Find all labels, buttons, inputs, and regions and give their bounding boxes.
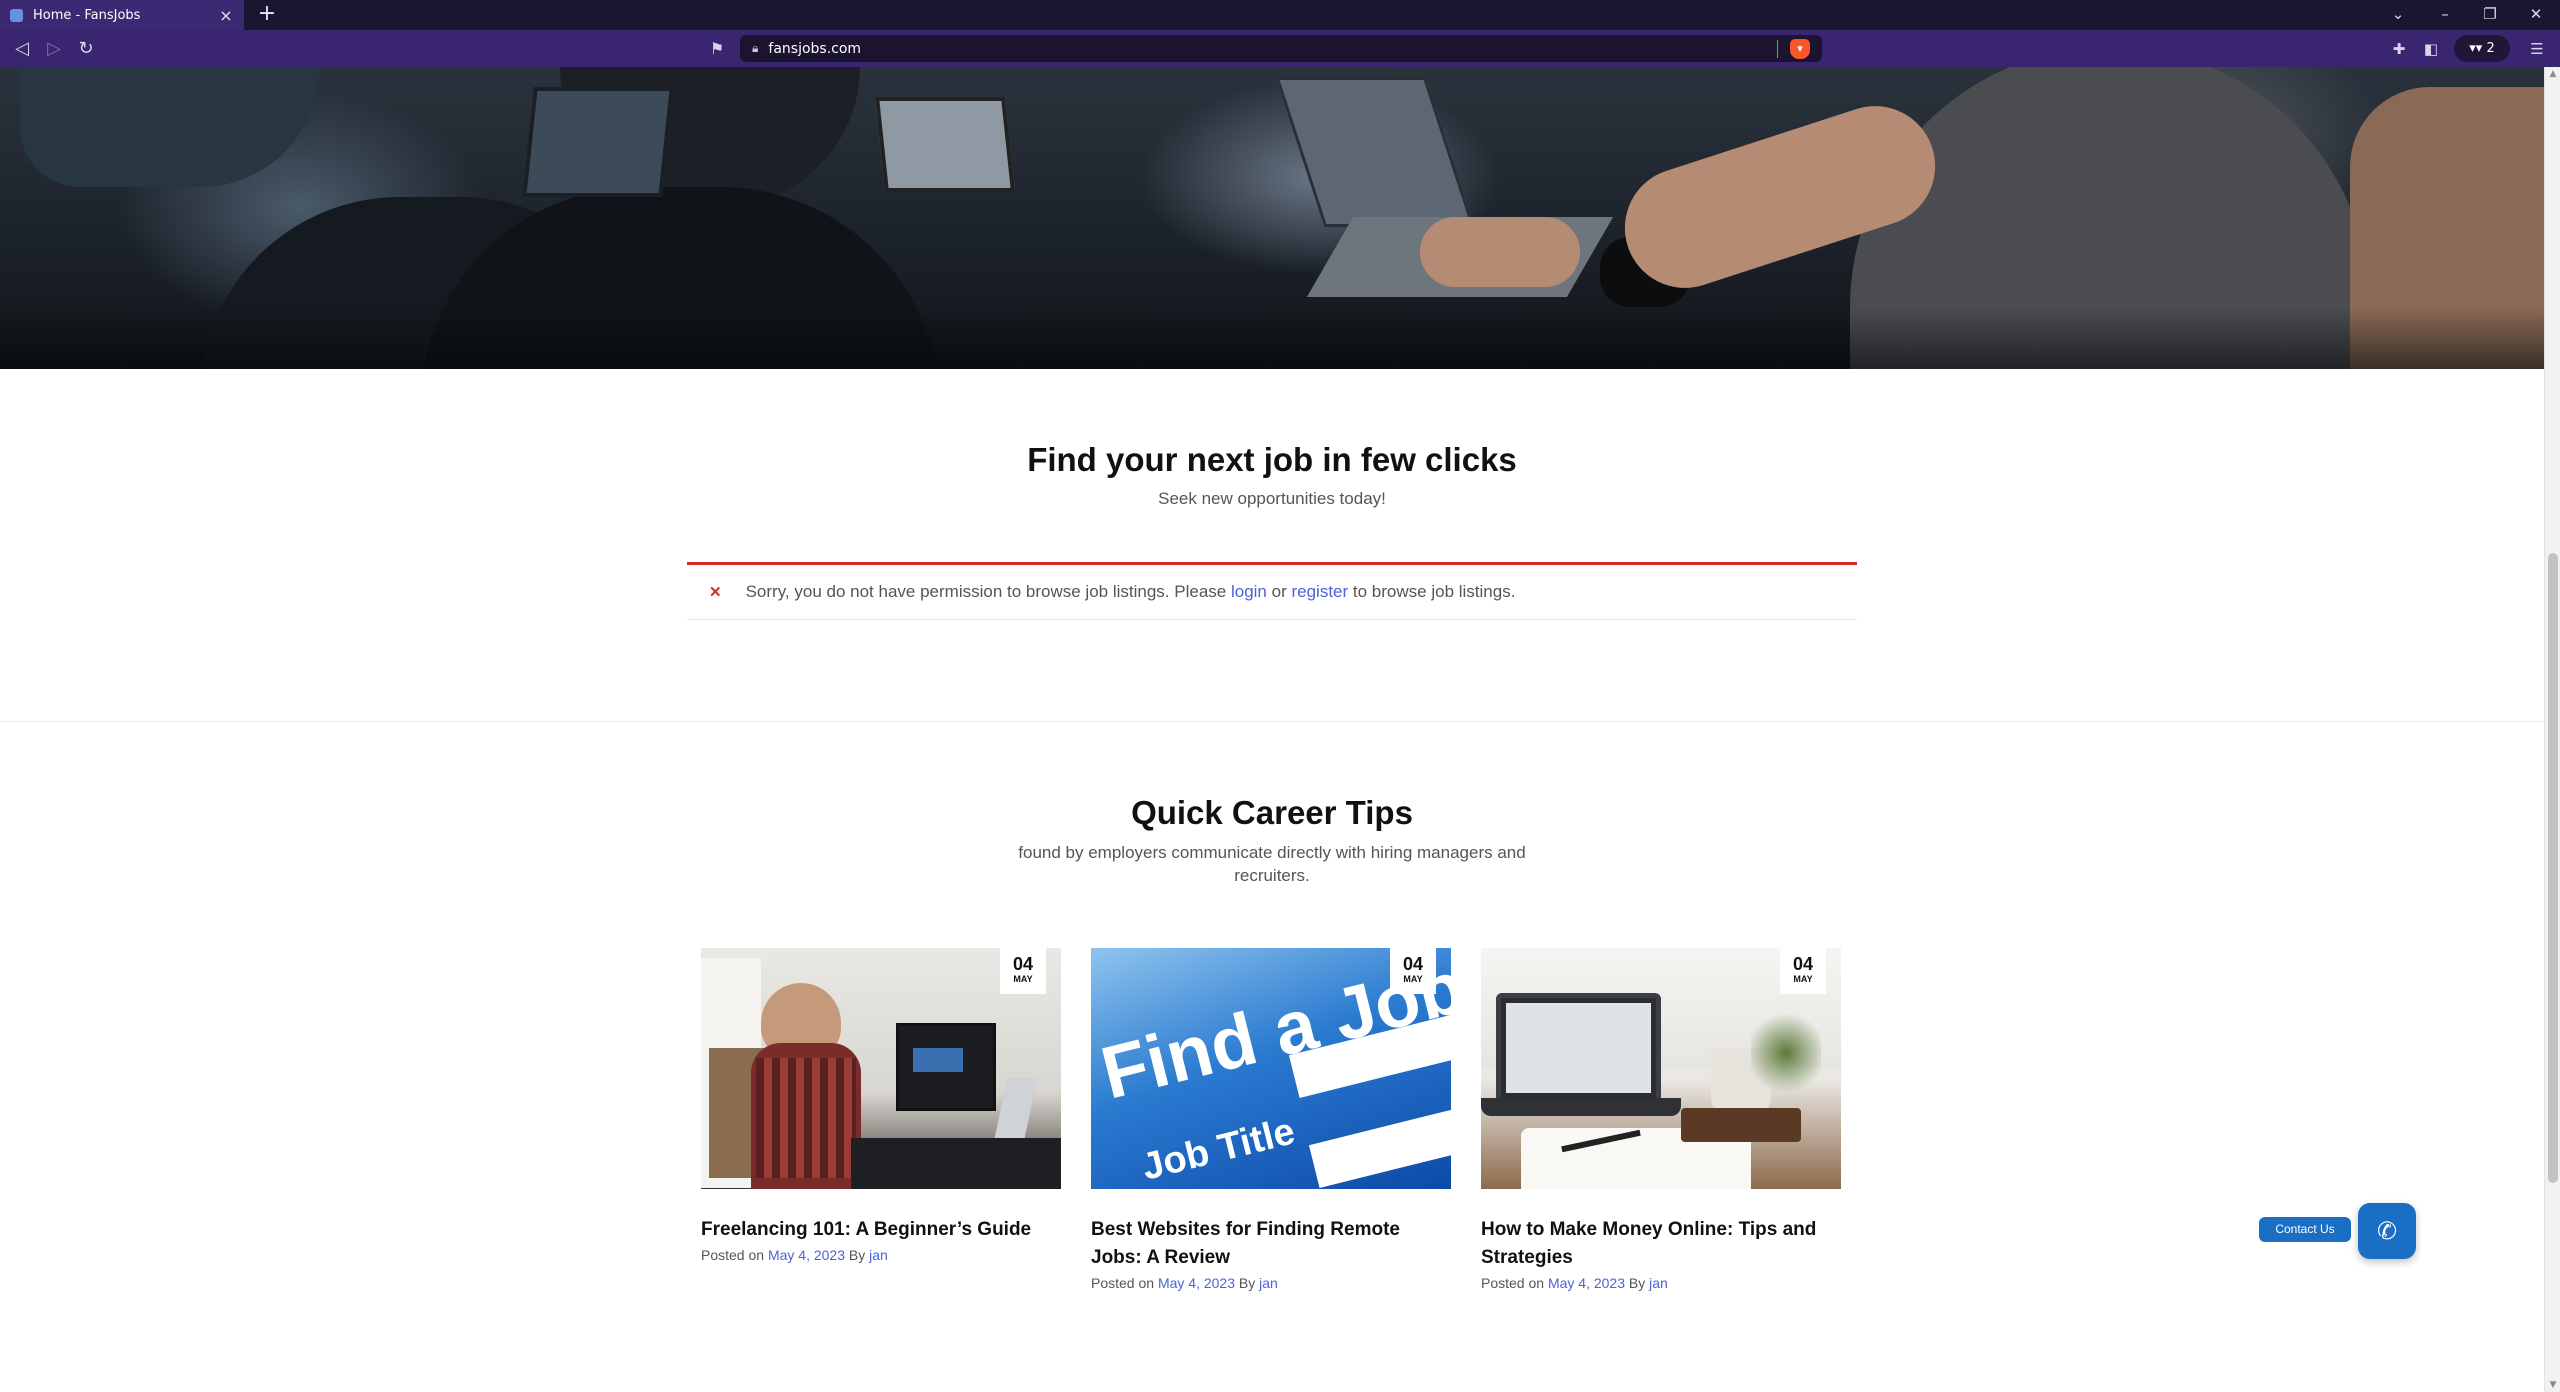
tips-section-title: Quick Career Tips [1131,794,1413,831]
search-section-subtitle: Seek new opportunities today! [1158,489,1386,508]
notice-prefix: Sorry, you do not have permission to bro… [745,582,1227,601]
post-card: 04 MAY How to Make Money Online: Tips an… [1481,948,1841,1291]
post-date-badge: 04 MAY [1780,948,1826,994]
page-scrollbar[interactable]: ▲ ▼ [2544,67,2560,1392]
hero-image [0,67,2544,369]
sidebar-icon[interactable]: ◧ [2420,38,2442,60]
posted-on-label: Posted on [1481,1275,1545,1291]
post-meta: Posted on May 4, 2023 By jan [1481,1275,1841,1291]
bookmark-icon[interactable]: ⚑ [706,38,728,60]
tab-close-icon[interactable]: × [218,6,234,25]
post-title[interactable]: Best Websites for Finding Remote Jobs: A… [1091,1216,1451,1272]
address-bar-divider [1777,39,1778,58]
post-date-link[interactable]: May 4, 2023 [768,1247,845,1263]
post-date-badge: 04 MAY [1000,948,1046,994]
wallet-count: 2 [2486,41,2495,56]
post-day: 04 [1012,954,1034,974]
by-label: By [848,1247,866,1263]
minimize-icon[interactable]: – [2433,3,2457,25]
forward-button[interactable]: ▷ [42,37,66,61]
browser-toolbar: ◁ ▷ ↻ ⚑ 🔒︎ fansjobs.com ▾ ✚ ◧ ▾▾ 2 ☰ [0,30,2560,67]
site-favicon-icon [10,8,23,22]
post-date-link[interactable]: May 4, 2023 [1158,1275,1235,1291]
page-content: Find your next job in few clicks Seek ne… [0,67,2544,1392]
post-author-link[interactable]: jan [1259,1275,1278,1291]
post-title[interactable]: How to Make Money Online: Tips and Strat… [1481,1216,1841,1272]
brave-shields-icon[interactable]: ▾ [1790,38,1810,59]
reload-button[interactable]: ↻ [74,37,98,61]
chevron-down-icon[interactable]: ⌄ [2386,3,2410,25]
contact-phone-button[interactable]: ✆ [2358,1203,2416,1259]
contact-us-label[interactable]: Contact Us [2259,1217,2351,1242]
extensions-icon[interactable]: ✚ [2388,38,2410,60]
post-month: MAY [1793,974,1813,984]
restore-icon[interactable]: ❐ [2478,3,2502,25]
login-link[interactable]: login [1231,582,1267,601]
notice-or: or [1271,582,1287,601]
error-x-icon: ✕ [709,584,722,601]
post-author-link[interactable]: jan [869,1247,888,1263]
register-link[interactable]: register [1291,582,1348,601]
post-meta: Posted on May 4, 2023 By jan [701,1247,1061,1263]
posted-on-label: Posted on [1091,1275,1155,1291]
notice-text: Sorry, you do not have permission to bro… [746,582,1516,602]
menu-icon[interactable]: ☰ [2526,38,2548,60]
by-label: By [1238,1275,1256,1291]
posted-on-label: Posted on [701,1247,765,1263]
lock-icon: 🔒︎ [752,41,759,55]
post-card: Find a Job Job Title 04 MAY Best Website… [1091,948,1451,1291]
url-text[interactable]: fansjobs.com [768,41,1777,57]
back-button[interactable]: ◁ [10,37,34,61]
tab-title: Home - FansJobs [33,7,141,23]
post-card: 04 MAY Freelancing 101: A Beginner’s Gui… [701,948,1061,1263]
scrollbar-thumb[interactable] [2548,553,2558,1183]
post-date-badge: 04 MAY [1390,948,1436,994]
post-title[interactable]: Freelancing 101: A Beginner’s Guide [701,1216,1061,1244]
address-bar[interactable]: 🔒︎ fansjobs.com ▾ [740,35,1822,62]
browser-tab-active[interactable]: Home - FansJobs × [0,0,244,30]
permission-notice: ✕ Sorry, you do not have permission to b… [687,562,1857,620]
wallet-icon: ▾▾ [2469,41,2483,56]
notice-suffix: to browse job listings. [1352,582,1516,601]
browser-tab-strip: Home - FansJobs × + ⌄ – ❐ ✕ [0,0,2560,30]
post-meta: Posted on May 4, 2023 By jan [1091,1275,1451,1291]
post-date-link[interactable]: May 4, 2023 [1548,1275,1625,1291]
post-month: MAY [1013,974,1033,984]
post-author-link[interactable]: jan [1649,1275,1668,1291]
tips-section-subtitle: found by employers communicate directly … [1018,843,1526,885]
section-divider [0,721,2544,722]
new-tab-button[interactable]: + [256,3,278,25]
scroll-up-icon[interactable]: ▲ [2545,67,2560,81]
post-day: 04 [1402,954,1424,974]
post-day: 04 [1792,954,1814,974]
by-label: By [1628,1275,1646,1291]
wallet-button[interactable]: ▾▾ 2 [2454,35,2510,62]
post-month: MAY [1403,974,1423,984]
search-section-title: Find your next job in few clicks [1027,441,1517,478]
phone-icon: ✆ [2376,1217,2398,1245]
window-close-icon[interactable]: ✕ [2524,3,2548,25]
scroll-down-icon[interactable]: ▼ [2545,1378,2560,1392]
